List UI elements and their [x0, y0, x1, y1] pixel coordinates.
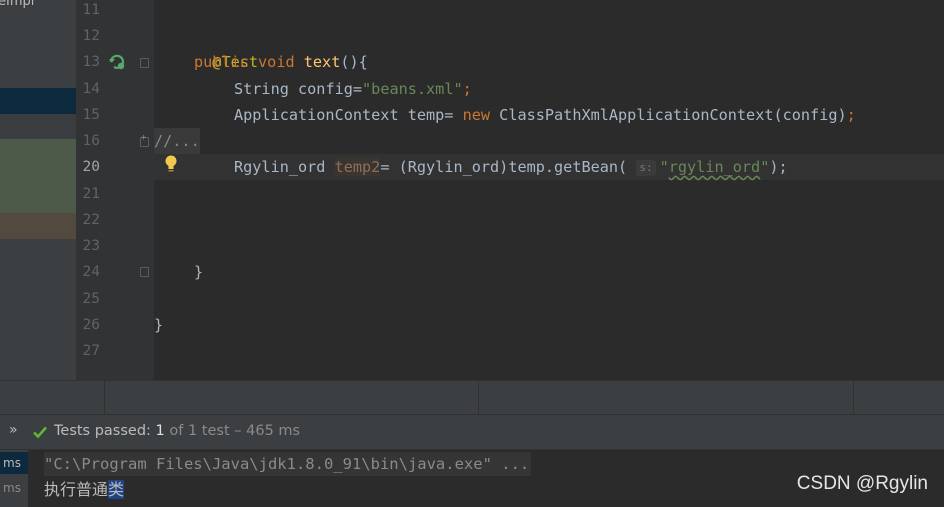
code-line-20[interactable]: Rgylin_ord temp2= (Rgylin_ord)temp.getBe… [234, 154, 788, 180]
code-token: (){ [340, 53, 368, 71]
project-tree-highlight-green [0, 139, 76, 213]
line-number: 24 [82, 264, 100, 280]
console-output-line[interactable]: 执行普通类 [44, 478, 125, 502]
code-token: config= [288, 80, 363, 98]
line-number: 13 [82, 54, 100, 70]
code-token: ClassPathXmlApplicationContext(config) [490, 106, 847, 124]
string-token: "beans.xml" [362, 80, 463, 98]
semicolon-token: ; [462, 80, 472, 98]
watermark: CSDN @Rgylin [796, 473, 928, 494]
passed-count: 1 [155, 423, 165, 439]
tool-window-tab-strip[interactable] [0, 380, 944, 415]
console-selected-text: 类 [108, 480, 125, 499]
test-status-text: Tests passed: 1 of 1 test – 465 ms [54, 423, 300, 439]
code-token: ApplicationContext temp= [234, 106, 463, 124]
line-number-active: 20 [82, 159, 100, 175]
fold-expand-icon[interactable] [140, 133, 149, 147]
project-tree-item-fragment[interactable]: eImpl [0, 0, 34, 9]
project-tree-selected-row[interactable] [0, 88, 76, 114]
test-duration-label: ms [3, 456, 21, 470]
project-tree-row[interactable] [0, 114, 76, 138]
test-results-header: » Tests passed: 1 of 1 test – 465 ms [0, 414, 944, 450]
check-icon [32, 424, 48, 440]
console-command-line[interactable]: "C:\Program Files\Java\jdk1.8.0_91\bin\j… [44, 452, 532, 476]
line-number: 15 [82, 107, 100, 123]
parameter-hint: s: [636, 160, 656, 176]
tab-separator [104, 380, 105, 414]
console-text: 执行普通 [44, 480, 109, 499]
project-tree-highlight-brown [0, 213, 76, 239]
line-number: 26 [82, 317, 100, 333]
string-quote-token: " [659, 158, 669, 176]
line-number: 22 [82, 212, 100, 228]
code-token: Rgylin_ord [234, 158, 335, 176]
tab-separator [853, 380, 854, 414]
line-number: 12 [82, 28, 100, 44]
type-token: String [234, 80, 289, 98]
code-line-15[interactable]: ApplicationContext temp= new ClassPathXm… [234, 102, 856, 128]
line-number: 23 [82, 238, 100, 254]
status-suffix: of 1 test – 465 ms [164, 423, 301, 439]
test-duration-label: ms [3, 481, 21, 495]
test-tree-strip[interactable]: ms ms [0, 450, 28, 507]
status-prefix: Tests passed: [54, 423, 156, 439]
typo-string-token: rgylin_ord [668, 158, 761, 176]
unused-variable-token: temp2 [334, 158, 381, 176]
keyword-token: void [258, 53, 295, 71]
line-number: 11 [82, 2, 100, 18]
string-quote-token: " [760, 158, 770, 176]
keyword-token: new [462, 106, 491, 124]
semicolon-token: ; [846, 106, 856, 124]
code-token: ); [769, 158, 788, 176]
code-line-13[interactable]: public void text(){ [194, 49, 368, 75]
code-line-12[interactable]: @Test [194, 23, 258, 71]
project-panel-strip[interactable]: eImpl [0, 0, 76, 380]
code-token: = (Rgylin_ord)temp.getBean( [380, 158, 637, 176]
line-number: 27 [82, 343, 100, 359]
fold-marker-icon[interactable] [140, 267, 149, 277]
method-close-brace[interactable]: } [194, 259, 203, 285]
line-number: 21 [82, 186, 100, 202]
line-number: 14 [82, 81, 100, 97]
line-number: 25 [82, 291, 100, 307]
fold-marker-icon[interactable] [140, 58, 149, 68]
class-close-brace[interactable]: } [154, 312, 163, 338]
folded-region[interactable]: //... [154, 128, 200, 154]
code-line-14[interactable]: String config="beans.xml"; [234, 76, 472, 102]
tab-separator [478, 380, 479, 414]
expand-chevron-icon[interactable]: » [9, 422, 18, 438]
run-test-icon[interactable] [108, 53, 126, 71]
method-name-token: text [303, 53, 341, 71]
line-number: 16 [82, 133, 100, 149]
keyword-token: public [194, 53, 249, 71]
lightbulb-icon[interactable] [164, 154, 178, 174]
